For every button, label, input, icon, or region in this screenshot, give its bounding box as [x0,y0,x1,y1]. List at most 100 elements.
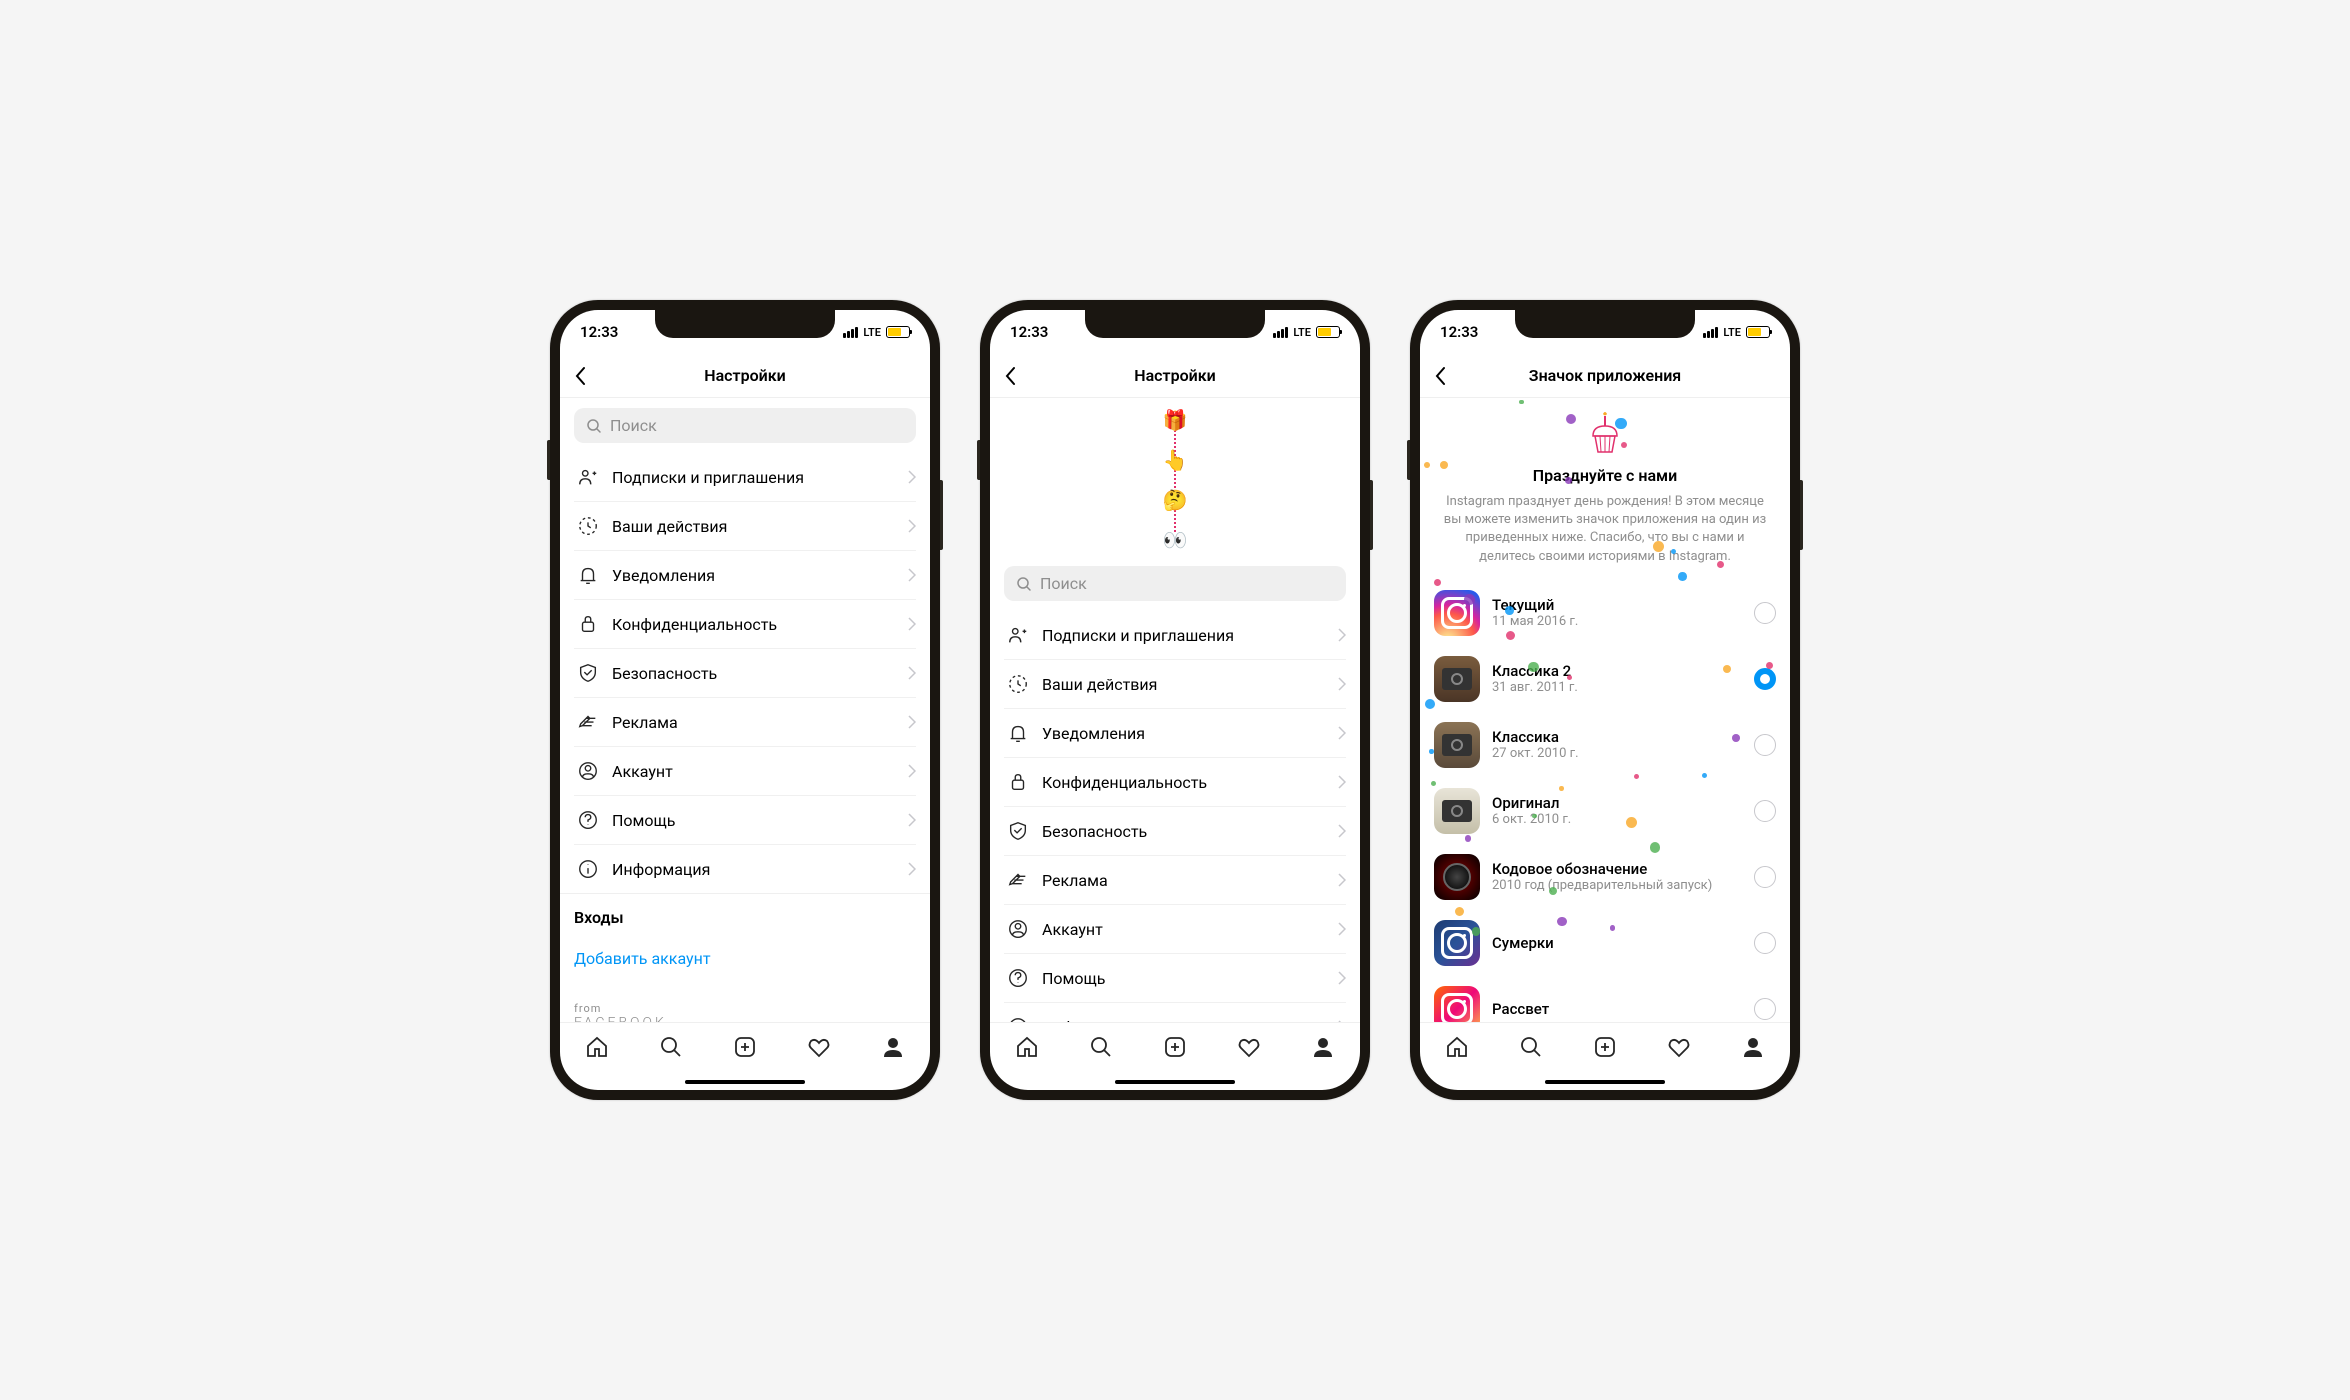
profile-tab[interactable] [856,1035,930,1059]
chevron-left-icon [574,366,586,386]
tab-bar [560,1022,930,1070]
back-button[interactable] [1434,366,1464,386]
icon-option-title: Кодовое обозначение [1492,860,1754,878]
add-account-link[interactable]: Добавить аккаунт [560,935,930,982]
phone-frame-3: 12:33 LTE Значок приложения Празднуйте с… [1410,300,1800,1100]
settings-item-4[interactable]: Безопасность [1004,807,1346,856]
search-input[interactable]: Поиск [574,408,916,443]
menu-item-icon [1004,820,1032,842]
settings-item-2[interactable]: Уведомления [574,551,916,600]
search-icon [1016,576,1032,592]
activity-tab[interactable] [782,1035,856,1059]
phone-frame-1: 12:33 LTE Настройки Поиск Подписки и при… [550,300,940,1100]
home-indicator[interactable] [1545,1080,1665,1084]
activity-tab[interactable] [1642,1035,1716,1059]
nav-header: Настройки [560,354,930,398]
search-tab[interactable] [1064,1035,1138,1059]
menu-item-label: Помощь [602,811,908,830]
content-area[interactable]: Поиск Подписки и приглашения Ваши действи… [560,398,930,1022]
icon-option-0[interactable]: Текущий11 мая 2016 г. [1434,580,1776,646]
radio-button[interactable] [1754,602,1776,624]
settings-item-8[interactable]: Информация [574,845,916,893]
chevron-right-icon [908,715,916,729]
icon-option-date: 27 окт. 2010 г. [1492,746,1754,761]
settings-item-0[interactable]: Подписки и приглашения [1004,611,1346,660]
settings-item-1[interactable]: Ваши действия [1004,660,1346,709]
phone-frame-2: 12:33 LTE Настройки 🎁 👆 🤔 👀 Поиск Подпис… [980,300,1370,1100]
icon-option-4[interactable]: Кодовое обозначение2010 год (предварител… [1434,844,1776,910]
settings-item-2[interactable]: Уведомления [1004,709,1346,758]
profile-tab[interactable] [1716,1035,1790,1059]
settings-item-5[interactable]: Реклама [574,698,916,747]
status-time: 12:33 [1440,323,1478,341]
menu-item-label: Информация [602,860,908,879]
menu-item-icon [574,613,602,635]
back-button[interactable] [574,366,604,386]
radio-button[interactable] [1754,668,1776,690]
emoji-easter-egg[interactable]: 🎁 👆 🤔 👀 [990,398,1360,556]
home-tab[interactable] [990,1035,1064,1059]
menu-item-icon [1004,624,1032,646]
icon-option-6[interactable]: Рассвет [1434,976,1776,1022]
settings-item-3[interactable]: Конфиденциальность [574,600,916,649]
radio-button[interactable] [1754,734,1776,756]
settings-item-5[interactable]: Реклама [1004,856,1346,905]
settings-item-4[interactable]: Безопасность [574,649,916,698]
battery-icon [1746,326,1770,338]
chevron-left-icon [1434,366,1446,386]
menu-item-icon [574,515,602,537]
app-icon-preview [1434,722,1480,768]
new-post-tab[interactable] [1138,1035,1212,1059]
icon-option-title: Классика 2 [1492,662,1754,680]
radio-button[interactable] [1754,866,1776,888]
settings-item-6[interactable]: Аккаунт [1004,905,1346,954]
menu-item-label: Уведомления [602,566,908,585]
settings-item-8[interactable]: Информация [1004,1003,1346,1022]
menu-item-icon [1004,869,1032,891]
settings-item-3[interactable]: Конфиденциальность [1004,758,1346,807]
content-area[interactable]: 🎁 👆 🤔 👀 Поиск Подписки и приглашенияВаши… [990,398,1360,1022]
menu-item-label: Безопасность [1032,822,1338,841]
status-time: 12:33 [580,323,618,341]
settings-item-1[interactable]: Ваши действия [574,502,916,551]
new-post-tab[interactable] [708,1035,782,1059]
menu-item-icon [1004,967,1032,989]
new-post-tab[interactable] [1568,1035,1642,1059]
icon-option-2[interactable]: Классика27 окт. 2010 г. [1434,712,1776,778]
app-icon-preview [1434,788,1480,834]
chevron-right-icon [908,568,916,582]
icon-option-5[interactable]: Сумерки [1434,910,1776,976]
search-tab[interactable] [1494,1035,1568,1059]
menu-item-label: Подписки и приглашения [602,468,908,487]
notch [1085,310,1265,338]
home-indicator[interactable] [685,1080,805,1084]
chevron-right-icon [1338,726,1346,740]
settings-item-7[interactable]: Помощь [574,796,916,845]
radio-button[interactable] [1754,800,1776,822]
content-area[interactable]: Празднуйте с нами Instagram празднует де… [1420,398,1790,1022]
search-tab[interactable] [634,1035,708,1059]
signal-icon [1273,327,1288,338]
activity-tab[interactable] [1212,1035,1286,1059]
settings-item-6[interactable]: Аккаунт [574,747,916,796]
chevron-right-icon [908,813,916,827]
home-indicator[interactable] [1115,1080,1235,1084]
menu-item-icon [574,564,602,586]
home-tab[interactable] [1420,1035,1494,1059]
icon-option-3[interactable]: Оригинал6 окт. 2010 г. [1434,778,1776,844]
back-button[interactable] [1004,366,1034,386]
signal-icon [1703,327,1718,338]
settings-item-0[interactable]: Подписки и приглашения [574,453,916,502]
tab-bar [990,1022,1360,1070]
settings-menu: Подписки и приглашения Ваши действия Уведо… [560,453,930,893]
menu-item-icon [1004,771,1032,793]
menu-item-icon [574,858,602,880]
settings-item-7[interactable]: Помощь [1004,954,1346,1003]
profile-tab[interactable] [1286,1035,1360,1059]
search-input[interactable]: Поиск [1004,566,1346,601]
radio-button[interactable] [1754,932,1776,954]
icon-option-1[interactable]: Классика 231 авг. 2011 г. [1434,646,1776,712]
icon-option-date: 11 мая 2016 г. [1492,614,1754,629]
radio-button[interactable] [1754,998,1776,1020]
home-tab[interactable] [560,1035,634,1059]
